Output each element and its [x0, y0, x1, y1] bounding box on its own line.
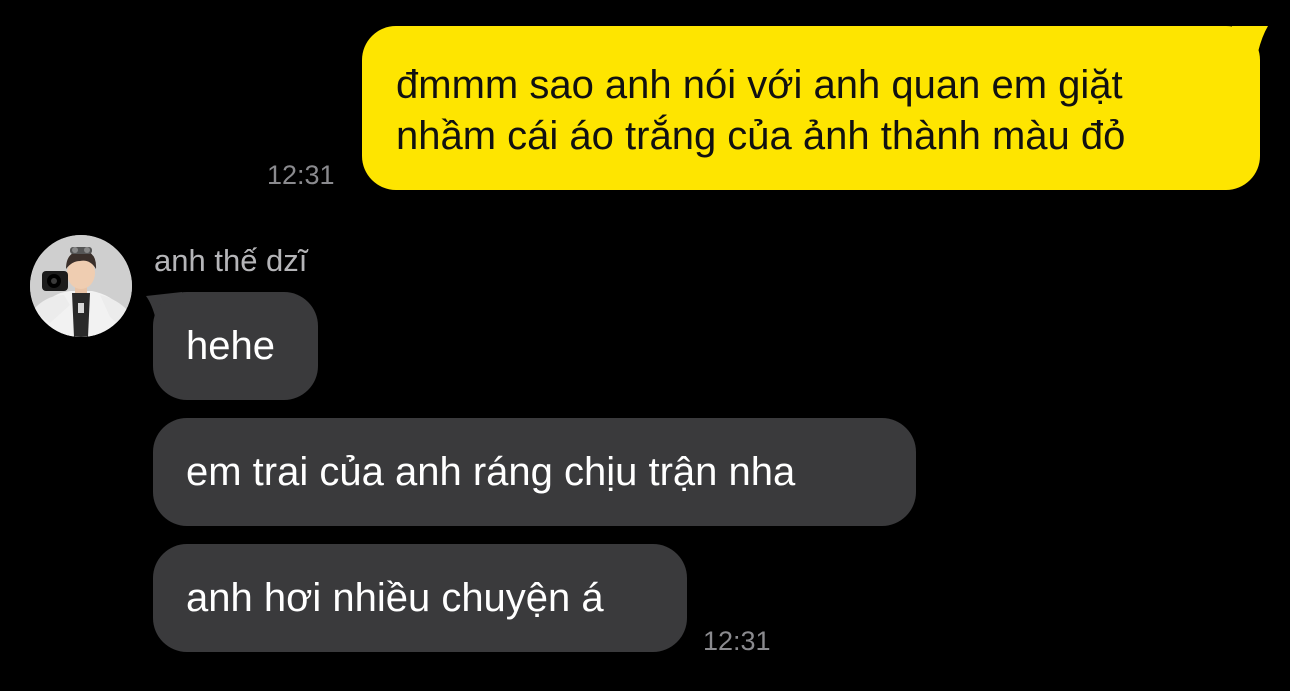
- sent-message-line: nhầm cái áo trắng của ảnh thành màu đỏ: [396, 114, 1126, 158]
- contact-avatar[interactable]: [30, 235, 132, 337]
- sent-message-line: đmmm sao anh nói với anh quan em giặt: [396, 63, 1123, 107]
- chat-thread: đmmm sao anh nói với anh quan em giặt nh…: [0, 0, 1290, 691]
- received-message-bubble[interactable]: anh hơi nhiều chuyện á: [153, 544, 687, 652]
- sent-message-bubble[interactable]: đmmm sao anh nói với anh quan em giặt nh…: [362, 26, 1260, 190]
- received-message-bubble[interactable]: em trai của anh ráng chịu trận nha: [153, 418, 916, 526]
- sent-bubble-tail: [1232, 26, 1268, 56]
- received-message-text: em trai của anh ráng chịu trận nha: [186, 450, 796, 494]
- received-message-text: hehe: [186, 324, 275, 368]
- sender-name: anh thế dzĩ: [154, 243, 308, 278]
- received-message-text: anh hơi nhiều chuyện á: [186, 576, 604, 620]
- received-message-time: 12:31: [703, 626, 771, 656]
- sent-message-time: 12:31: [267, 160, 335, 190]
- received-message-bubble[interactable]: hehe: [153, 292, 318, 400]
- profile-photo-icon: [30, 235, 132, 337]
